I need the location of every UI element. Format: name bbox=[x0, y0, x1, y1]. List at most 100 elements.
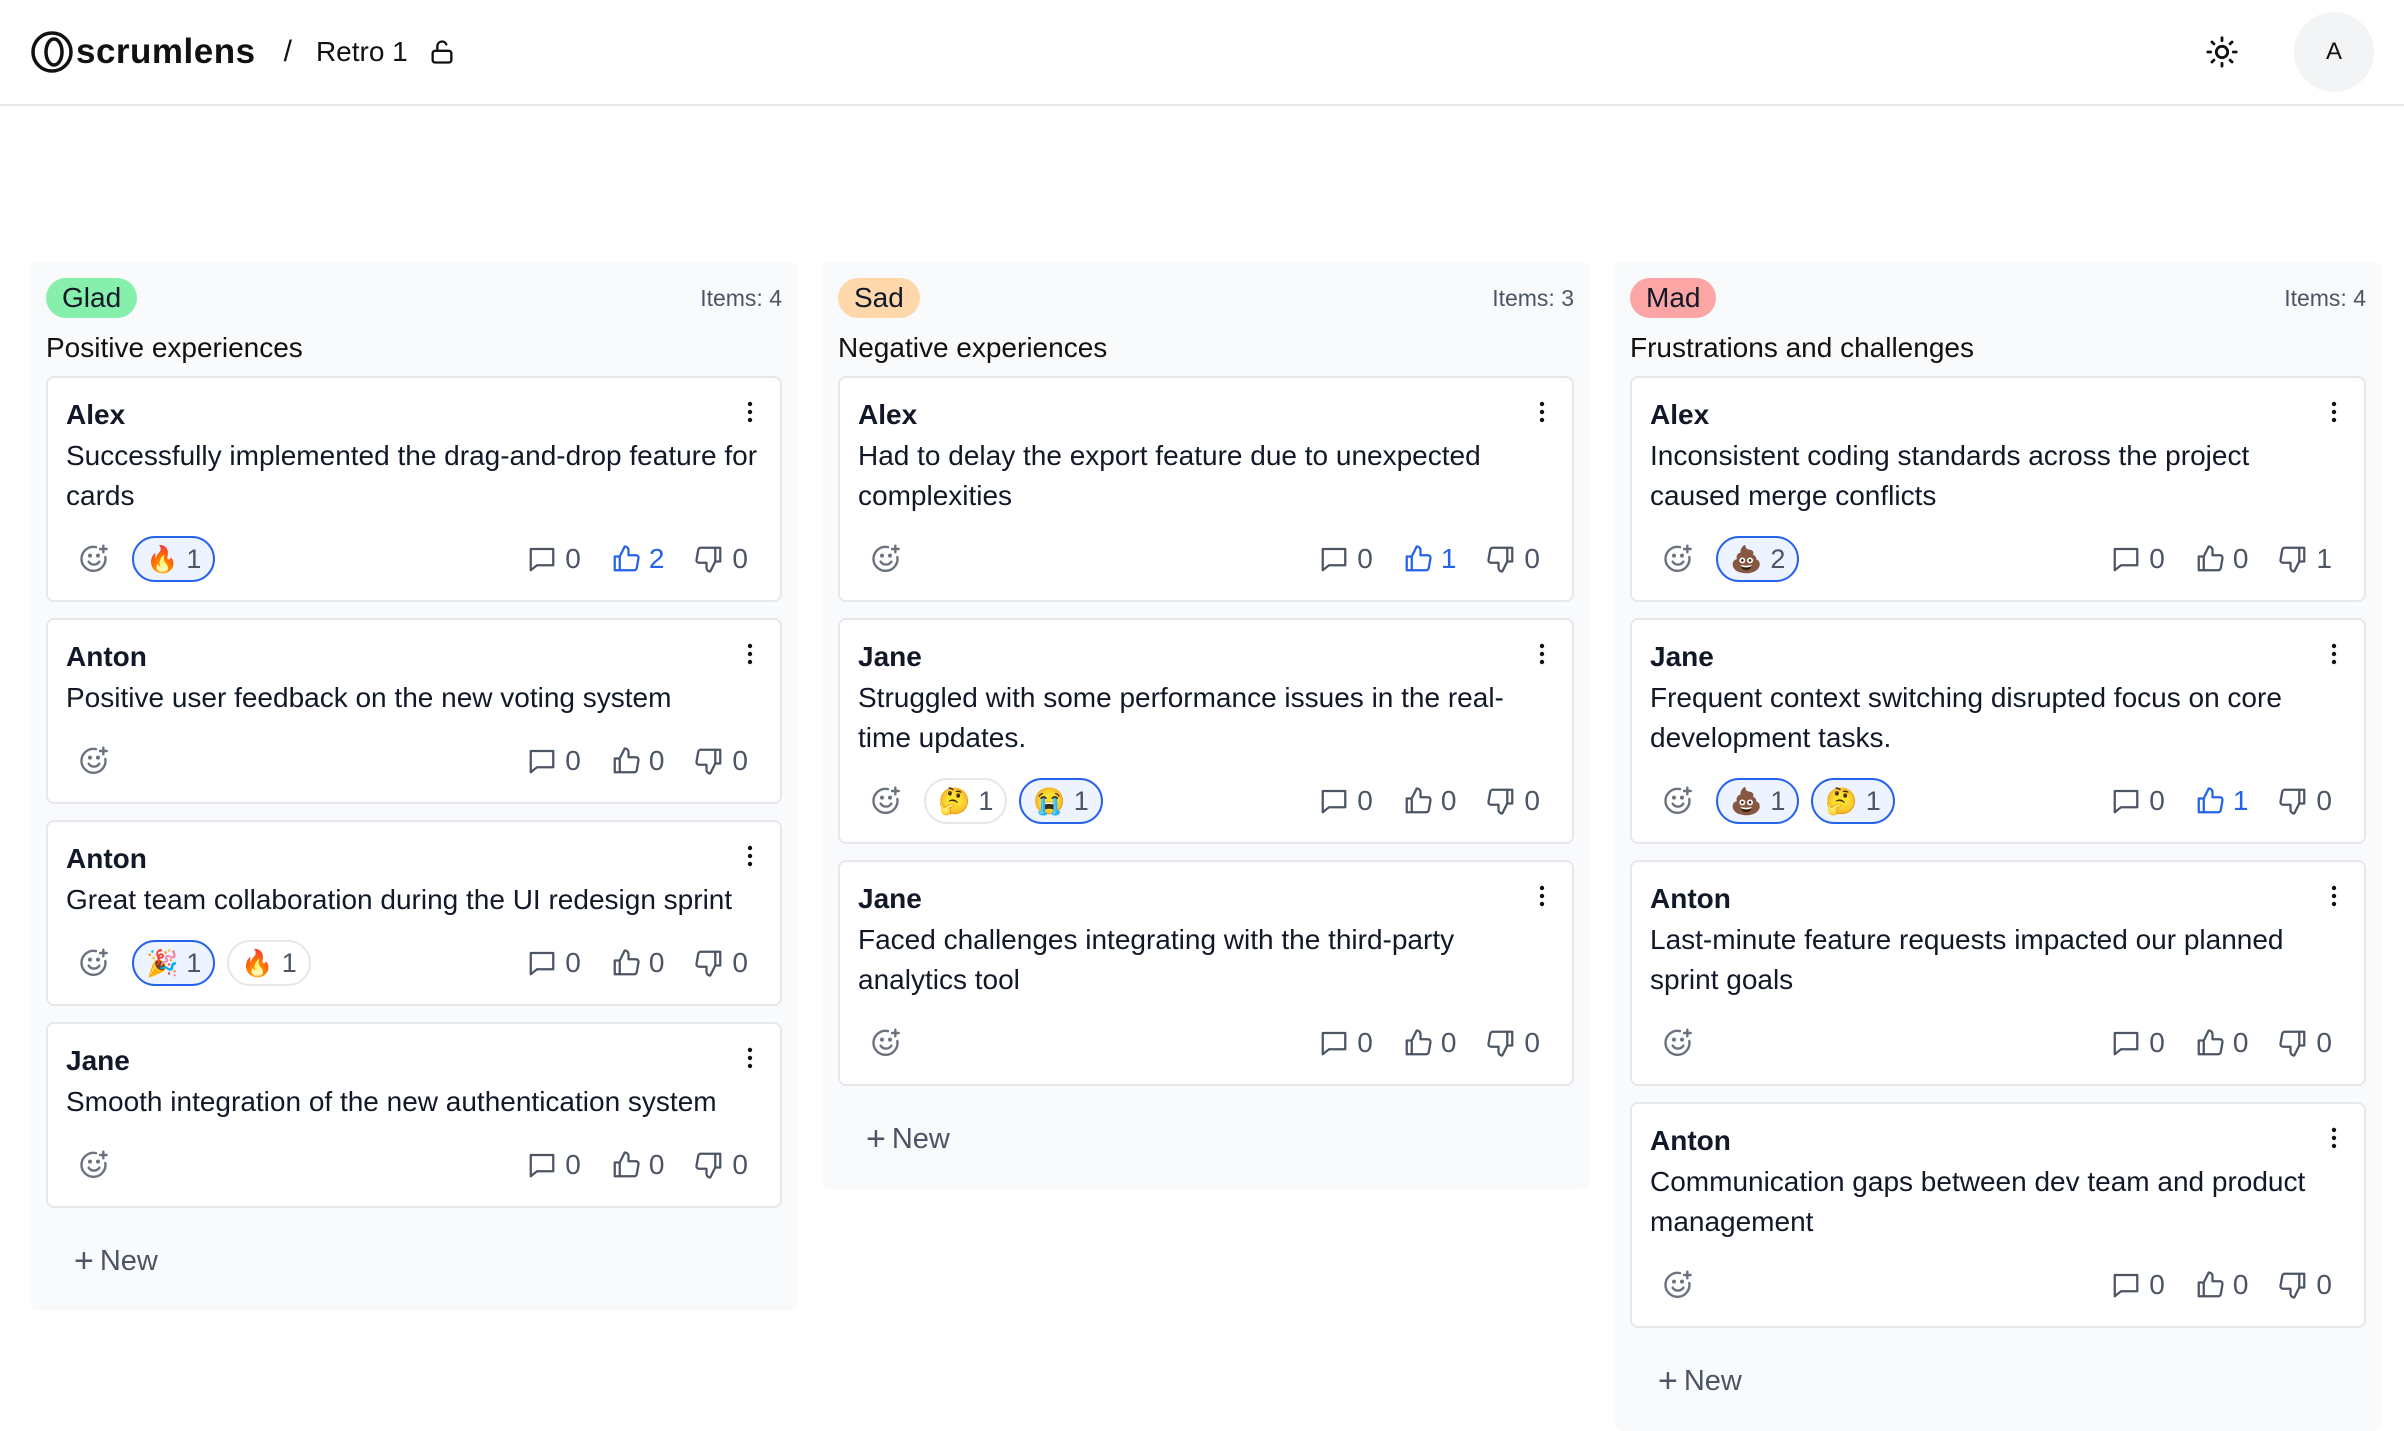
more-options-icon[interactable] bbox=[2330, 1126, 2338, 1155]
reaction-chip[interactable]: 💩 2 bbox=[1716, 536, 1800, 582]
comments-button[interactable]: 0 bbox=[2111, 1027, 2165, 1059]
reaction-chip[interactable]: 🤔 1 bbox=[1811, 778, 1895, 824]
logo[interactable]: scrumlens bbox=[30, 30, 256, 74]
reaction-chip[interactable]: 💩 1 bbox=[1716, 778, 1800, 824]
like-button[interactable]: 0 bbox=[2195, 1269, 2248, 1301]
dislike-button[interactable]: 0 bbox=[694, 1149, 748, 1181]
new-card-button[interactable]: + New bbox=[838, 1102, 1574, 1169]
like-button[interactable]: 0 bbox=[611, 1149, 664, 1181]
card[interactable]: Jane Smooth integration of the new authen… bbox=[46, 1022, 782, 1208]
items-count: Items: 3 bbox=[1492, 284, 1574, 311]
dislike-button[interactable]: 0 bbox=[2278, 1269, 2332, 1301]
like-button[interactable]: 1 bbox=[1403, 543, 1456, 575]
like-button[interactable]: 0 bbox=[611, 947, 664, 979]
card[interactable]: Jane Frequent context switching disrupted… bbox=[1630, 618, 2366, 844]
more-options-icon[interactable] bbox=[1538, 400, 1546, 429]
card-stats: 0 2 0 bbox=[527, 543, 748, 575]
card-author: Anton bbox=[1650, 1125, 1731, 1156]
card[interactable]: Anton Great team collaboration during the… bbox=[46, 820, 782, 1006]
column-description: Negative experiences bbox=[838, 332, 1108, 363]
comments-button[interactable]: 0 bbox=[2111, 1269, 2165, 1301]
comments-button[interactable]: 0 bbox=[527, 1149, 581, 1181]
dislike-button[interactable]: 0 bbox=[2278, 785, 2332, 817]
dislike-button[interactable]: 0 bbox=[694, 745, 748, 777]
more-options-icon[interactable] bbox=[2330, 400, 2338, 429]
comment-icon bbox=[2111, 1270, 2141, 1300]
plus-icon: + bbox=[74, 1242, 94, 1280]
add-reaction-icon[interactable] bbox=[1662, 543, 1694, 575]
card[interactable]: Alex Inconsistent coding standards across… bbox=[1630, 376, 2366, 602]
comments-button[interactable]: 0 bbox=[1319, 1027, 1373, 1059]
add-reaction-icon[interactable] bbox=[1662, 785, 1694, 817]
more-options-icon[interactable] bbox=[1538, 884, 1546, 913]
more-options-icon[interactable] bbox=[746, 1046, 754, 1075]
more-options-icon[interactable] bbox=[746, 844, 754, 873]
dislike-button[interactable]: 0 bbox=[2278, 1027, 2332, 1059]
add-reaction-icon[interactable] bbox=[870, 785, 902, 817]
add-reaction-icon[interactable] bbox=[870, 543, 902, 575]
add-reaction-icon[interactable] bbox=[78, 947, 110, 979]
dislike-button[interactable]: 0 bbox=[1486, 1027, 1540, 1059]
board-title[interactable]: Retro 1 bbox=[316, 36, 408, 68]
comments-button[interactable]: 0 bbox=[2111, 785, 2165, 817]
new-card-button[interactable]: + New bbox=[46, 1224, 782, 1291]
more-options-icon[interactable] bbox=[746, 642, 754, 671]
reaction-chip[interactable]: 🤔 1 bbox=[924, 778, 1008, 824]
card[interactable]: Jane Struggled with some performance issu… bbox=[838, 618, 1574, 844]
reaction-chip[interactable]: 🔥 1 bbox=[227, 940, 311, 986]
card[interactable]: Anton Last-minute feature requests impact… bbox=[1630, 860, 2366, 1086]
column-glad: Glad Items: 4 Positive experiences Alex Succ… bbox=[30, 262, 798, 1311]
card-author: Alex bbox=[66, 399, 126, 430]
reaction-chip[interactable]: 😭 1 bbox=[1019, 778, 1103, 824]
dislike-button[interactable]: 0 bbox=[694, 947, 748, 979]
like-button[interactable]: 0 bbox=[611, 745, 664, 777]
reaction-emoji: 🔥 bbox=[146, 544, 179, 574]
card[interactable]: Anton Communication gaps between dev team… bbox=[1630, 1102, 2366, 1328]
reaction-chip[interactable]: 🔥 1 bbox=[132, 536, 216, 582]
new-card-button[interactable]: + New bbox=[1630, 1344, 2366, 1411]
card[interactable]: Alex Successfully implemented the drag-an… bbox=[46, 376, 782, 602]
comments-button[interactable]: 0 bbox=[1319, 785, 1373, 817]
more-options-icon[interactable] bbox=[2330, 884, 2338, 913]
more-options-icon[interactable] bbox=[1538, 642, 1546, 671]
lock-icon[interactable] bbox=[428, 37, 458, 67]
card-footer: 💩 1 🤔 1 0 1 0 bbox=[1650, 776, 2346, 826]
reaction-chip[interactable]: 🎉 1 bbox=[132, 940, 216, 986]
card[interactable]: Alex Had to delay the export feature due … bbox=[838, 376, 1574, 602]
theme-toggle-button[interactable] bbox=[2198, 28, 2246, 76]
dislike-button-count: 0 bbox=[1524, 543, 1540, 574]
thumbs-down-icon bbox=[2278, 544, 2308, 574]
comments-button[interactable]: 0 bbox=[527, 745, 581, 777]
card[interactable]: Jane Faced challenges integrating with th… bbox=[838, 860, 1574, 1086]
like-button[interactable]: 1 bbox=[2195, 785, 2248, 817]
more-options-icon[interactable] bbox=[746, 400, 754, 429]
like-button[interactable]: 0 bbox=[2195, 1027, 2248, 1059]
user-avatar[interactable]: A bbox=[2294, 12, 2374, 92]
comment-icon bbox=[2111, 786, 2141, 816]
add-reaction-icon[interactable] bbox=[1662, 1269, 1694, 1301]
thumbs-up-icon bbox=[2195, 1270, 2225, 1300]
dislike-button[interactable]: 1 bbox=[2278, 543, 2332, 575]
add-reaction-icon[interactable] bbox=[78, 1149, 110, 1181]
more-options-icon[interactable] bbox=[2330, 642, 2338, 671]
add-reaction-icon[interactable] bbox=[78, 745, 110, 777]
comments-button[interactable]: 0 bbox=[527, 947, 581, 979]
like-button[interactable]: 0 bbox=[2195, 543, 2248, 575]
dislike-button[interactable]: 0 bbox=[694, 543, 748, 575]
like-button[interactable]: 2 bbox=[611, 543, 664, 575]
card-text: Inconsistent coding standards across the… bbox=[1650, 440, 2250, 511]
card-footer: 0 0 0 bbox=[1650, 1018, 2346, 1068]
thumbs-up-icon bbox=[1403, 544, 1433, 574]
add-reaction-icon[interactable] bbox=[1662, 1027, 1694, 1059]
add-reaction-icon[interactable] bbox=[870, 1027, 902, 1059]
comments-button[interactable]: 0 bbox=[527, 543, 581, 575]
comments-button[interactable]: 0 bbox=[2111, 543, 2165, 575]
like-button[interactable]: 0 bbox=[1403, 785, 1456, 817]
dislike-button[interactable]: 0 bbox=[1486, 543, 1540, 575]
dislike-button[interactable]: 0 bbox=[1486, 785, 1540, 817]
add-reaction-icon[interactable] bbox=[78, 543, 110, 575]
card[interactable]: Anton Positive user feedback on the new v… bbox=[46, 618, 782, 804]
comments-button[interactable]: 0 bbox=[1319, 543, 1373, 575]
like-button[interactable]: 0 bbox=[1403, 1027, 1456, 1059]
column-mad: Mad Items: 4 Frustrations and challenges Al… bbox=[1614, 262, 2382, 1431]
